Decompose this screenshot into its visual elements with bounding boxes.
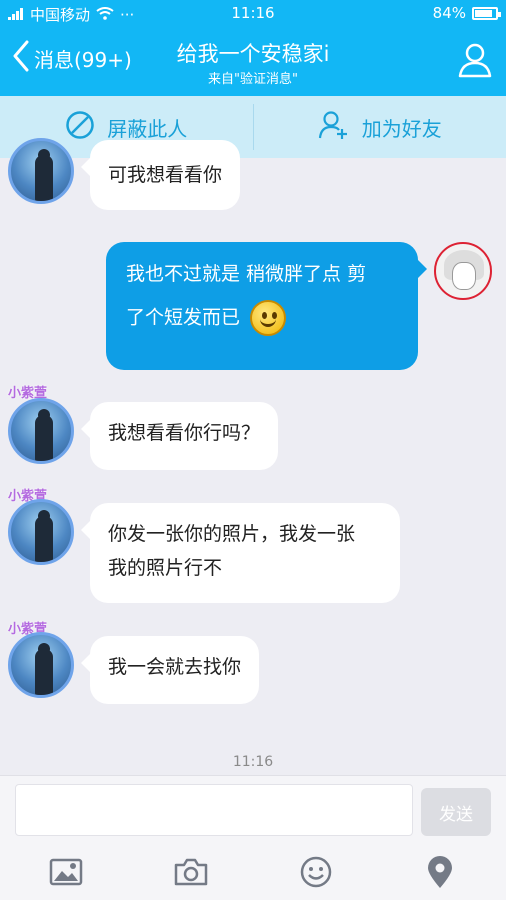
battery-fill <box>475 9 492 17</box>
add-friend-button[interactable]: 加为好友 <box>254 96 506 158</box>
message-input[interactable] <box>15 784 413 836</box>
profile-icon[interactable] <box>458 42 492 82</box>
emoji-icon <box>300 856 332 892</box>
contact-avatar[interactable] <box>8 632 74 698</box>
location-icon <box>426 855 454 893</box>
message-text: 我一会就去找你 <box>108 656 242 678</box>
camera-icon <box>174 858 208 890</box>
message-text-line2: 我的照片行不 <box>108 557 223 579</box>
message-text-line2: 了个短发而已 <box>126 306 241 329</box>
image-icon <box>49 858 83 890</box>
camera-button[interactable] <box>171 854 211 894</box>
chat-subtitle: 来自"验证消息" <box>208 72 298 87</box>
block-icon <box>65 110 95 145</box>
emoji-button[interactable] <box>296 854 336 894</box>
message-bubble[interactable]: 可我想看看你 <box>80 140 241 210</box>
status-bar: 中国移动 ··· 11:16 84% <box>0 0 506 28</box>
contact-avatar[interactable] <box>8 499 74 565</box>
message-bubble-sent[interactable]: 我也不过就是 稍微胖了点 剪 了个短发而已 <box>106 242 427 370</box>
message-timestamp: 11:16 <box>232 754 274 770</box>
smiley-emoji-icon <box>250 300 287 336</box>
my-avatar[interactable] <box>434 242 492 300</box>
composer: 发送 <box>0 775 506 900</box>
add-friend-label: 加为好友 <box>361 116 442 141</box>
location-button[interactable] <box>420 854 460 894</box>
toolbar <box>0 854 506 894</box>
add-friend-icon <box>318 109 350 146</box>
message-bubble[interactable]: 我想看看你行吗？ <box>80 402 279 470</box>
chat-title: 给我一个安稳家i <box>176 42 330 66</box>
status-time: 11:16 <box>231 4 275 22</box>
message-bubble[interactable]: 我一会就去找你 <box>80 636 260 704</box>
message-text: 可我想看看你 <box>108 164 223 186</box>
nav-bar: 消息(99+) 给我一个安稳家i 来自"验证消息" <box>0 28 506 96</box>
contact-avatar[interactable] <box>8 138 74 204</box>
message-bubble[interactable]: 你发一张你的照片，我发一张 我的照片行不 <box>81 503 400 603</box>
action-bar: 屏蔽此人 加为好友 <box>0 96 506 158</box>
message-text-line1: 我也不过就是 稍微胖了点 剪 <box>126 263 367 285</box>
send-button[interactable]: 发送 <box>421 788 491 836</box>
image-button[interactable] <box>46 854 86 894</box>
message-text-line1: 你发一张你的照片，我发一张 <box>108 523 356 545</box>
message-text: 我想看看你行吗？ <box>108 422 261 444</box>
block-label: 屏蔽此人 <box>107 116 188 141</box>
battery-icon <box>472 6 501 20</box>
contact-avatar[interactable] <box>8 398 74 464</box>
battery-percent: 84% <box>432 4 466 22</box>
